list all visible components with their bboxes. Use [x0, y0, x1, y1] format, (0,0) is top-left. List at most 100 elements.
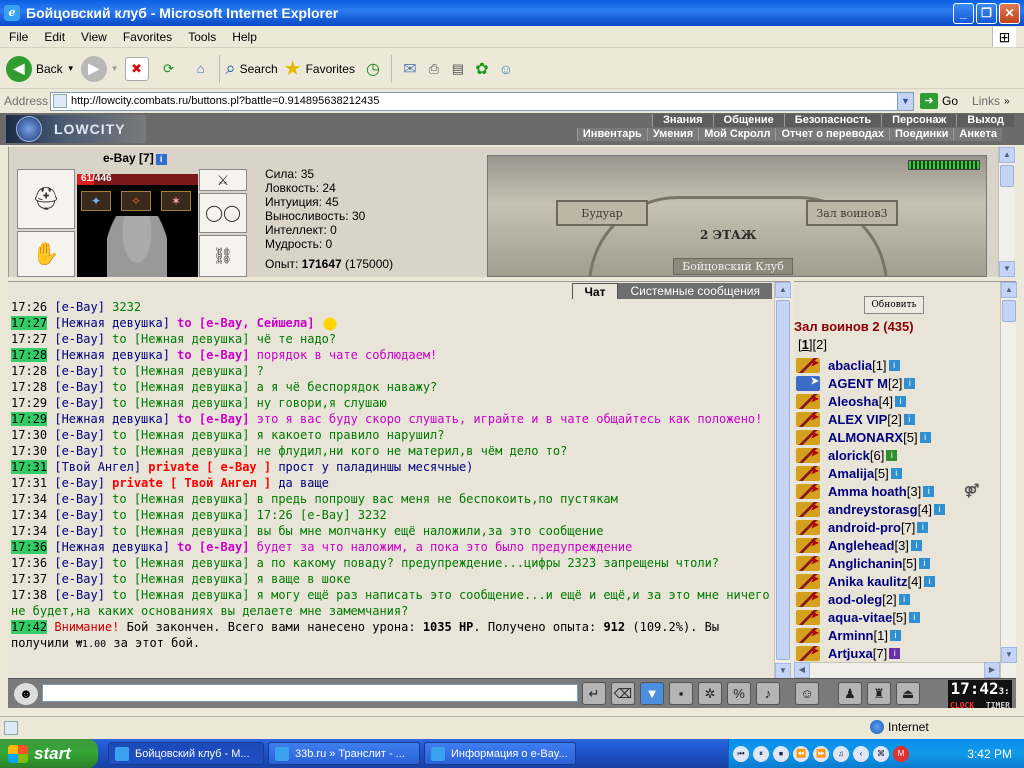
private-message-icon[interactable]	[796, 447, 820, 463]
close-button[interactable]: ✕	[999, 3, 1020, 24]
chat-sender[interactable]: [Нежная девушка]	[54, 316, 170, 330]
chat-sender[interactable]: [e-Bay]	[54, 476, 105, 490]
user-row[interactable]: andreystorasg[4]i	[796, 500, 994, 518]
chat-sender[interactable]: [e-Bay]	[54, 524, 105, 538]
page-1-link[interactable]: 1	[802, 337, 809, 352]
messenger-button[interactable]: ☺	[494, 57, 518, 81]
info-icon[interactable]: i	[918, 557, 930, 569]
forward-dropdown-icon[interactable]: ▼	[111, 64, 119, 73]
helmet-slot[interactable]: ⛑	[17, 169, 75, 229]
menu-tools[interactable]: Tools	[179, 30, 223, 44]
page-2-link[interactable]: 2	[816, 337, 823, 352]
info-icon[interactable]: i	[155, 154, 167, 165]
refresh-button[interactable]: Обновить	[864, 296, 924, 314]
links-chevron-icon[interactable]: »	[1004, 96, 1010, 107]
user-row[interactable]: android-pro[7]i	[796, 518, 994, 536]
save-button[interactable]: ▪	[669, 682, 693, 705]
chat-sender[interactable]: [Твой Ангел]	[54, 460, 141, 474]
info-icon[interactable]: i	[923, 485, 935, 497]
weapon-slot[interactable]: ⚔	[199, 169, 247, 191]
sound-button[interactable]: ♪	[756, 682, 780, 705]
character-button[interactable]: ♟	[838, 682, 862, 705]
armor-slot[interactable]: ⛓	[199, 235, 247, 277]
tab-chat[interactable]: Чат	[571, 283, 619, 299]
task-fight-club[interactable]: Бойцовский клуб - M...	[108, 742, 264, 765]
user-name[interactable]: Anika kaulitz	[828, 574, 907, 589]
chat-sender[interactable]: [e-Bay]	[54, 508, 105, 522]
user-row[interactable]: Anglichanin[5]i	[796, 554, 994, 572]
chat-sender[interactable]: [Нежная девушка]	[54, 348, 170, 362]
upper-scrollbar[interactable]: ▲ ▼	[998, 147, 1015, 277]
volume-icon[interactable]: ♫	[833, 745, 849, 762]
edit-button[interactable]: ▤	[446, 57, 470, 81]
private-message-icon[interactable]	[796, 429, 820, 445]
gloves-slot[interactable]: ✋	[17, 231, 75, 277]
chat-sender[interactable]: [e-Bay]	[54, 364, 105, 378]
user-row[interactable]: aod-oleg[2]i	[796, 590, 994, 608]
user-row[interactable]: Amalija[5]i	[796, 464, 994, 482]
info-icon[interactable]: i	[888, 359, 900, 371]
nav-profile[interactable]: Анкета	[953, 128, 1002, 141]
user-row[interactable]: abaclia[1]i	[796, 356, 994, 374]
media-next-icon[interactable]: ⏩	[813, 745, 829, 762]
scroll-down-icon[interactable]: ▼	[775, 663, 791, 679]
private-message-icon[interactable]	[796, 375, 820, 391]
nav-transfer-report[interactable]: Отчет о переводах	[775, 128, 890, 141]
user-name[interactable]: aod-oleg	[828, 592, 882, 607]
send-button[interactable]: ↵	[582, 682, 606, 705]
spell-slot-3[interactable]: ✶	[161, 191, 191, 211]
private-message-icon[interactable]	[796, 627, 820, 643]
scroll-up-icon[interactable]: ▲	[999, 147, 1015, 163]
nav-communication[interactable]: Общение	[712, 114, 784, 127]
network-icon[interactable]: ⌘	[873, 745, 889, 762]
chat-sender[interactable]: [e-Bay]	[54, 300, 105, 314]
address-dropdown-icon[interactable]: ▼	[897, 92, 913, 110]
media-back-icon[interactable]: ⏪	[793, 745, 809, 762]
menu-favorites[interactable]: Favorites	[114, 30, 179, 44]
user-row[interactable]: Arminn[1]i	[796, 626, 994, 644]
chat-sender[interactable]: [Нежная девушка]	[54, 540, 170, 554]
nav-inventory[interactable]: Инвентарь	[576, 128, 647, 141]
media-stop-icon[interactable]: ⏹	[773, 745, 789, 762]
chat-sender[interactable]: [Нежная девушка]	[54, 412, 170, 426]
menu-view[interactable]: View	[72, 30, 114, 44]
info-icon[interactable]: i	[889, 629, 901, 641]
scroll-right-icon[interactable]: ▶	[984, 662, 1000, 678]
stop-button[interactable]: ✖	[124, 56, 149, 81]
user-name[interactable]: Amma hoath	[828, 484, 907, 499]
scroll-up-icon[interactable]: ▲	[775, 282, 791, 298]
user-name[interactable]: AGENT M	[828, 376, 888, 391]
nav-knowledge[interactable]: Знания	[652, 114, 713, 127]
info-icon[interactable]: i	[908, 611, 920, 623]
fighter-button[interactable]: ✲	[698, 682, 722, 705]
private-message-icon[interactable]	[796, 411, 820, 427]
private-message-icon[interactable]	[796, 537, 820, 553]
start-button[interactable]: start	[0, 739, 98, 768]
media-prev-icon[interactable]: ⏮	[733, 745, 749, 762]
nav-character[interactable]: Персонаж	[881, 114, 957, 127]
chat-sender[interactable]: [e-Bay]	[54, 492, 105, 506]
nav-exit[interactable]: Выход	[956, 114, 1014, 127]
private-message-icon[interactable]	[796, 465, 820, 481]
address-input[interactable]: http://lowcity.combats.ru/buttons.pl?bat…	[50, 91, 914, 111]
history-button[interactable]: ◷	[361, 57, 385, 81]
scroll-thumb[interactable]	[1002, 300, 1016, 322]
spell-slot-1[interactable]: ✦	[81, 191, 111, 211]
scroll-thumb[interactable]	[776, 300, 790, 660]
info-icon[interactable]: i	[895, 395, 907, 407]
user-name[interactable]: Anglehead	[828, 538, 894, 553]
links-button[interactable]: Links	[972, 94, 1000, 108]
group-button[interactable]: ♜	[867, 682, 891, 705]
user-name[interactable]: alorick	[828, 448, 870, 463]
back-button[interactable]: ◀ Back ▼	[6, 55, 75, 82]
user-name[interactable]: andreystorasg	[828, 502, 918, 517]
speak-icon[interactable]: ☻	[14, 683, 38, 705]
user-name[interactable]: abaclia	[828, 358, 872, 373]
private-message-icon[interactable]	[796, 357, 820, 373]
task-translit[interactable]: 33b.ru » Транслит - ...	[268, 742, 420, 765]
info-icon[interactable]: i	[923, 575, 935, 587]
minimize-button[interactable]: _	[953, 3, 974, 24]
user-row[interactable]: Anglehead[3]i	[796, 536, 994, 554]
chat-sender[interactable]: [e-Bay]	[54, 444, 105, 458]
nav-my-scroll[interactable]: Мой Скролл	[698, 128, 776, 141]
